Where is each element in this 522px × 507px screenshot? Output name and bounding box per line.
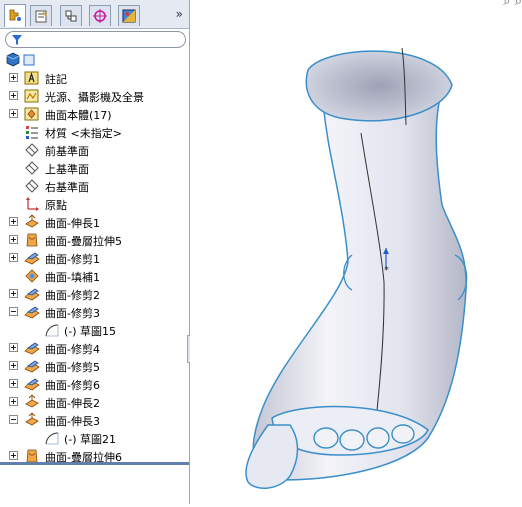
tree-root[interactable] xyxy=(5,52,39,68)
surface-fill-icon xyxy=(24,268,40,284)
surface-trim-icon xyxy=(24,286,40,302)
plane-icon xyxy=(24,178,40,194)
tree-item[interactable]: 原點 xyxy=(0,195,189,213)
tree-item-label: 曲面-伸長1 xyxy=(45,217,100,230)
tree-item[interactable]: 光源、攝影機及全景 xyxy=(0,87,189,105)
feature-manager-panel: » 註記光源、攝影機及全景 曲面本體(17) 材質 <未指定> 前基準面上基準面右基準… xyxy=(0,0,193,504)
surface-trim-icon xyxy=(24,304,40,320)
tree-item-label: 曲面-修剪1 xyxy=(45,253,100,266)
target-icon xyxy=(93,9,107,23)
collapse-icon[interactable] xyxy=(9,415,18,424)
expand-icon[interactable] xyxy=(9,379,18,388)
tree-item-label: 曲面-修剪4 xyxy=(45,343,100,356)
tree-filter-input[interactable] xyxy=(5,31,186,48)
expand-icon[interactable] xyxy=(9,73,18,82)
tree-item[interactable]: 曲面-疊層拉伸5 xyxy=(0,231,189,249)
tree-item[interactable]: (-) 草圖15 xyxy=(0,321,189,339)
tab-configurationmanager[interactable] xyxy=(60,5,82,26)
tree-item-label: 曲面-修剪3 xyxy=(45,307,100,320)
tree-item-label: 註記 xyxy=(45,73,67,86)
annotation-icon xyxy=(24,70,40,86)
display-manager-icon xyxy=(122,9,136,23)
sketch-icon xyxy=(44,322,60,338)
surface-bodies-icon xyxy=(24,106,40,122)
graphics-viewport[interactable]: ⌕ ⌕ * xyxy=(190,0,522,504)
tree-item-label: (-) 草圖21 xyxy=(64,433,117,446)
tree-item-label: 前基準面 xyxy=(45,145,89,158)
tree-item-label: 曲面-修剪5 xyxy=(45,361,100,374)
tree-item[interactable]: 曲面-填補1 xyxy=(0,267,189,285)
surface-extrude-icon xyxy=(24,394,40,410)
tree-item[interactable]: 前基準面 xyxy=(0,141,189,159)
sketch-icon xyxy=(44,430,60,446)
tree-item-label: 上基準面 xyxy=(45,163,89,176)
tree-item[interactable]: 曲面-伸長3 xyxy=(0,411,189,429)
surface-trim-icon xyxy=(24,250,40,266)
tab-dimxpert[interactable] xyxy=(89,5,111,26)
tree-item-label: 原點 xyxy=(45,199,67,212)
plane-icon xyxy=(24,160,40,176)
panel-bottom-area xyxy=(0,465,189,504)
tree-item[interactable]: 曲面-修剪1 xyxy=(0,249,189,267)
tree-item[interactable]: (-) 草圖21 xyxy=(0,429,189,447)
expand-icon[interactable] xyxy=(9,289,18,298)
expand-icon[interactable] xyxy=(9,91,18,100)
material-icon xyxy=(24,124,40,140)
surface-extrude-icon xyxy=(24,214,40,230)
tree-item-label: 曲面-疊層拉伸5 xyxy=(45,235,122,248)
surface-extrude-icon xyxy=(24,412,40,428)
view-toolbar[interactable]: ⌕ ⌕ xyxy=(503,0,522,9)
property-manager-icon xyxy=(35,10,47,23)
expand-icon[interactable] xyxy=(9,217,18,226)
origin-icon xyxy=(24,196,40,212)
tree-item[interactable]: 曲面-修剪4 xyxy=(0,339,189,357)
configuration-icon xyxy=(65,10,77,22)
tree-item[interactable]: 右基準面 xyxy=(0,177,189,195)
foot-surface-model[interactable]: * xyxy=(190,0,522,504)
tree-item-label: 曲面-填補1 xyxy=(45,271,100,284)
tree-item[interactable]: 曲面-伸長1 xyxy=(0,213,189,231)
tab-featuremanager[interactable] xyxy=(4,4,26,27)
tree-item[interactable]: 曲面-修剪6 xyxy=(0,375,189,393)
plane-icon xyxy=(24,142,40,158)
lights-cameras-icon xyxy=(24,88,40,104)
part-root-icon xyxy=(6,52,35,67)
tree-item-label: 曲面-伸長2 xyxy=(45,397,100,410)
tree-item-label: 曲面本體(17) xyxy=(45,109,112,122)
tree-item[interactable]: 曲面-修剪3 xyxy=(0,303,189,321)
expand-icon[interactable] xyxy=(9,397,18,406)
tree-item-label: 光源、攝影機及全景 xyxy=(45,91,144,104)
tree-item[interactable]: 曲面-修剪5 xyxy=(0,357,189,375)
tree-item-label: 曲面-修剪6 xyxy=(45,379,100,392)
expand-icon[interactable] xyxy=(9,343,18,352)
expand-icon[interactable] xyxy=(9,109,18,118)
tree-item[interactable]: 曲面-伸長2 xyxy=(0,393,189,411)
tree-item-label: (-) 草圖15 xyxy=(64,325,117,338)
tree-item-label: 右基準面 xyxy=(45,181,89,194)
tree-item[interactable]: 註記 xyxy=(0,69,189,87)
tree-item[interactable]: 上基準面 xyxy=(0,159,189,177)
tree-item[interactable]: 曲面本體(17) xyxy=(0,105,189,123)
surface-trim-icon xyxy=(24,376,40,392)
expand-icon[interactable] xyxy=(9,235,18,244)
tree-item-label: 曲面-伸長3 xyxy=(45,415,100,428)
expand-icon[interactable] xyxy=(9,253,18,262)
surface-loft-icon xyxy=(24,232,40,248)
manager-tab-bar: » xyxy=(0,0,189,29)
feature-tree-icon xyxy=(9,9,21,21)
more-tabs-button[interactable]: » xyxy=(176,7,183,21)
tree-item[interactable]: 曲面-修剪2 xyxy=(0,285,189,303)
expand-icon[interactable] xyxy=(9,361,18,370)
tree-item-label: 曲面-修剪2 xyxy=(45,289,100,302)
tree-item[interactable]: 材質 <未指定> xyxy=(0,123,189,141)
surface-trim-icon xyxy=(24,340,40,356)
filter-icon xyxy=(12,35,22,45)
tab-propertymanager[interactable] xyxy=(30,5,52,26)
surface-trim-icon xyxy=(24,358,40,374)
tab-display[interactable] xyxy=(118,5,140,26)
svg-text:*: * xyxy=(384,265,389,276)
expand-icon[interactable] xyxy=(9,451,18,460)
tree-item-label: 材質 <未指定> xyxy=(45,127,122,140)
collapse-icon[interactable] xyxy=(9,307,18,316)
